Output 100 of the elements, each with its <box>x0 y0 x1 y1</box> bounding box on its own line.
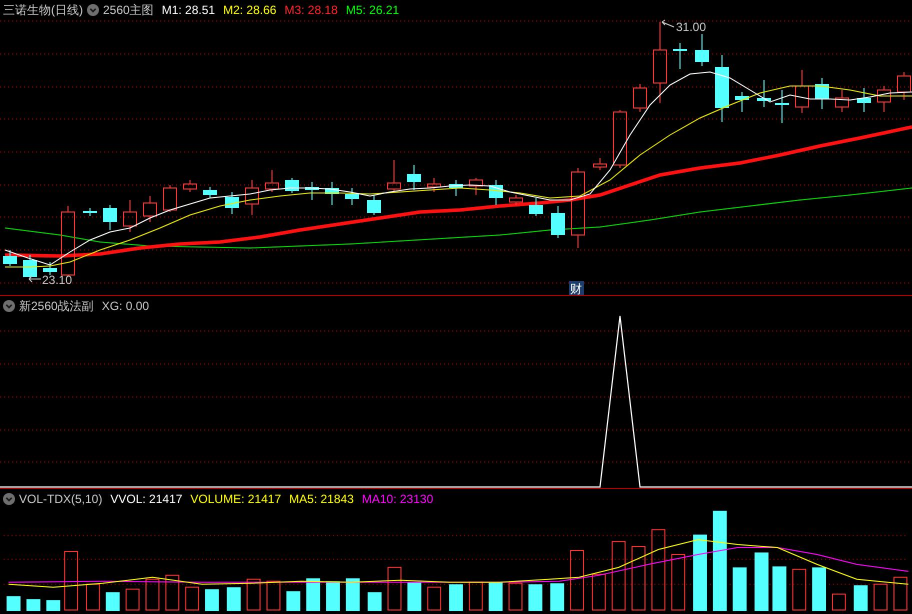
candlestick <box>245 180 259 216</box>
candlestick <box>593 158 607 170</box>
candlestick <box>427 178 441 192</box>
volume-bar <box>388 566 402 611</box>
volume-bar <box>449 584 463 612</box>
candlestick <box>633 84 647 112</box>
chevron-down-icon[interactable] <box>87 4 99 16</box>
candlestick <box>857 88 871 112</box>
candlestick <box>815 78 829 110</box>
volume-bar <box>126 588 140 611</box>
candlestick <box>735 92 749 112</box>
indicator-value: VOLUME: 21417 <box>190 491 282 508</box>
candlestick <box>387 160 401 192</box>
volume-bar <box>286 591 300 612</box>
indicator-value: M5: 26.21 <box>346 2 400 19</box>
candlestick <box>83 208 97 216</box>
volume-bar <box>854 585 868 612</box>
candlestick <box>897 72 911 100</box>
volume-bar <box>266 580 280 611</box>
volume-bar <box>46 600 60 612</box>
volume-bar <box>812 567 826 612</box>
indicator-name: VOL-TDX(5,10) <box>19 491 102 508</box>
candlestick <box>203 186 217 198</box>
volume-bar <box>306 578 320 612</box>
volume-bar <box>205 589 219 612</box>
high-pointer-icon <box>662 20 674 28</box>
candlestick <box>23 254 37 278</box>
indicator-value: MA5: 21843 <box>289 491 354 508</box>
volume-bar <box>592 574 606 611</box>
volume-bar <box>632 546 646 611</box>
volume-bar <box>570 550 584 611</box>
volume-bar <box>86 584 100 611</box>
volume-bar <box>528 584 542 612</box>
candlestick <box>449 180 463 196</box>
indicator-value: MA10: 23130 <box>362 491 434 508</box>
volume-bar <box>146 578 160 611</box>
volume-bar <box>26 599 40 612</box>
candlestick <box>183 180 197 192</box>
candlestick <box>143 196 157 222</box>
volume-bar <box>508 582 522 611</box>
candlestick <box>715 54 729 122</box>
candlestick <box>757 80 771 108</box>
volume-bar <box>732 567 747 612</box>
candlestick <box>469 178 483 196</box>
candlestick <box>345 188 359 206</box>
candlestick <box>163 184 177 212</box>
candlestick <box>43 262 57 276</box>
volume-bar <box>368 592 382 612</box>
event-marker[interactable]: 财 <box>569 281 584 295</box>
candlestick <box>695 34 709 66</box>
volume-bar <box>754 552 768 612</box>
candlestick <box>489 180 503 206</box>
candlestick <box>835 90 849 112</box>
candlestick <box>325 182 339 206</box>
volume-bar <box>6 596 20 612</box>
volume-bar <box>407 582 422 612</box>
indicator-name: 2560主图 <box>103 2 154 19</box>
volume-bar <box>246 578 261 611</box>
indicator-value: M1: 28.51 <box>162 2 216 19</box>
candlestick <box>285 178 299 194</box>
volume-bar <box>468 582 483 611</box>
security-title: 三诺生物(日线) <box>3 2 83 19</box>
volume-bar <box>832 594 846 611</box>
indicator-name: 新2560战法副 <box>19 298 94 315</box>
volume-bar <box>427 586 442 611</box>
candlestick <box>877 86 891 112</box>
candlestick <box>509 194 523 206</box>
chevron-down-icon[interactable] <box>3 493 15 505</box>
volume-bar <box>185 586 200 611</box>
candlestick <box>265 170 279 192</box>
volume-bar <box>488 582 503 612</box>
high-price-label: 31.00 <box>676 20 706 34</box>
candlestick <box>123 200 137 232</box>
volume-bar <box>792 568 806 611</box>
chevron-down-icon[interactable] <box>3 300 15 312</box>
candlestick <box>551 206 565 238</box>
candlestick <box>61 206 75 276</box>
volume-bar <box>671 554 686 611</box>
candlestick <box>305 182 319 200</box>
candlestick <box>3 250 17 266</box>
indicator-value: XG: 0.00 <box>102 298 150 315</box>
candlestick <box>673 42 687 70</box>
volume-bar <box>612 541 626 611</box>
candlestick <box>613 110 627 168</box>
volume-bar <box>772 566 786 612</box>
volume-bar <box>106 592 120 612</box>
volume-bar <box>550 583 564 612</box>
indicator-value: M3: 28.18 <box>284 2 338 19</box>
candlestick <box>407 164 421 190</box>
volume-bar <box>326 581 340 612</box>
candlestick <box>103 204 117 230</box>
volume-bar <box>226 587 241 612</box>
indicator-value: M2: 28.66 <box>223 2 276 19</box>
low-pointer-icon <box>28 276 42 282</box>
low-price-label: 23.10 <box>42 273 72 287</box>
candlestick <box>795 70 809 114</box>
candlestick <box>225 192 239 214</box>
volume-bar <box>874 584 888 611</box>
candlestick <box>367 194 381 216</box>
indicator-value: VVOL: 21417 <box>110 491 182 508</box>
